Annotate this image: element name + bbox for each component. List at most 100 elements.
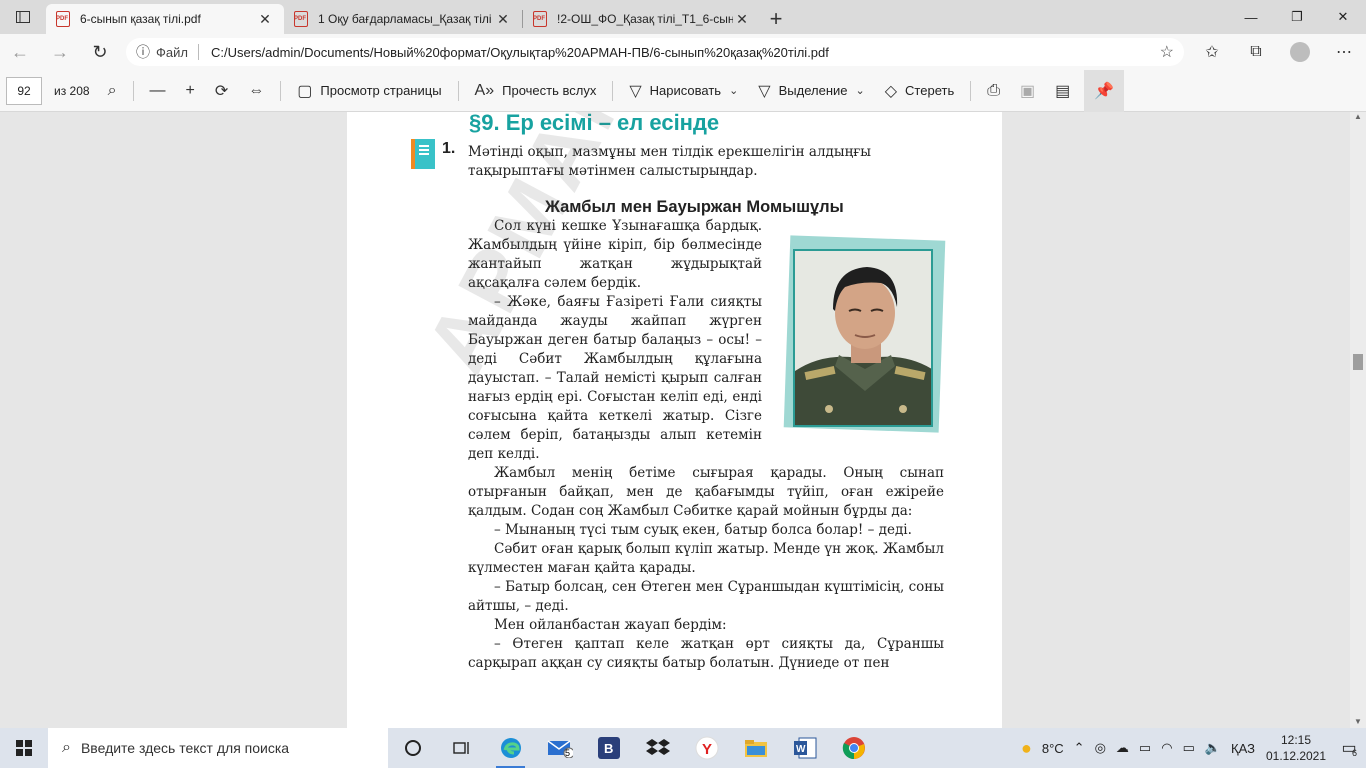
pdf-icon [533, 11, 547, 27]
page-view-label: Просмотр страницы [320, 83, 442, 98]
toolbar-divider [280, 80, 282, 101]
edge-app[interactable] [486, 728, 535, 768]
fit-page-button[interactable]: ⇔ [238, 70, 274, 112]
story-paragraph: Жамбыл менің бетіме сығырая қарады. Оның… [468, 465, 944, 519]
back-button[interactable]: ← [0, 34, 40, 70]
scheme-label: Файл [156, 44, 188, 60]
new-tab-button[interactable]: + [761, 4, 791, 34]
minus-icon: — [149, 81, 166, 99]
task-bookmark-icon [411, 139, 435, 169]
notification-center-button[interactable]: ▭ 6 [1332, 728, 1366, 768]
toolbar-divider [457, 80, 459, 101]
forward-button[interactable]: → [40, 34, 80, 70]
pdf-page: §9. Ер есімі – ел есінде 1. Мәтінді оқып… [347, 112, 1002, 728]
draw-button[interactable]: ▽ Нарисовать ⌄ [619, 70, 748, 112]
fit-width-icon: ⇔ [248, 81, 265, 99]
task-view-button[interactable] [437, 728, 486, 768]
pin-toolbar-button[interactable]: 📌 [1084, 69, 1125, 112]
task-number: 1. [442, 140, 456, 157]
chrome-app[interactable] [829, 728, 878, 768]
pdf-icon [294, 11, 308, 27]
avatar [1290, 42, 1310, 62]
task-view-icon [452, 742, 469, 754]
svg-text:Y: Y [702, 741, 712, 758]
erase-label: Стереть [905, 83, 955, 98]
zoom-out-button[interactable]: — [140, 70, 176, 112]
url-text[interactable]: C:/Users/admin/Documents/Новый%20формат/… [211, 45, 1160, 60]
collections-icon[interactable]: ⧉ [1234, 34, 1278, 70]
cortana-button[interactable] [388, 728, 437, 768]
highlight-label: Выделение [778, 83, 848, 98]
tab-actions-button[interactable] [0, 0, 46, 34]
pdf-icon [56, 11, 70, 27]
chevron-up-icon[interactable]: ⌃ [1069, 740, 1090, 756]
profile-button[interactable] [1278, 34, 1322, 70]
minimize-button[interactable]: — [1228, 0, 1274, 34]
pdf-viewer[interactable]: §9. Ер есімі – ел есінде 1. Мәтінді оқып… [0, 112, 1366, 728]
mail-app[interactable]: 5 [535, 728, 584, 768]
story-paragraph: – Өтеген қаптап келе жатқан өрт сияқты д… [468, 636, 944, 671]
save-as-button[interactable]: ▤ [1045, 70, 1080, 112]
weather-temp[interactable]: 8°C [1037, 741, 1069, 756]
search-icon: ⌕ [62, 739, 71, 756]
scroll-down-icon[interactable]: ▼ [1354, 717, 1362, 726]
page-number-input[interactable]: 92 [6, 76, 42, 105]
network-icon[interactable]: ▭ [1134, 740, 1156, 756]
page-view-button[interactable]: ▢ Просмотр страницы [287, 70, 451, 112]
scroll-up-icon[interactable]: ▲ [1354, 112, 1362, 121]
close-tab-icon[interactable]: ✕ [494, 11, 512, 28]
info-icon[interactable]: ⓘ [136, 42, 150, 62]
onedrive-icon[interactable]: ☁ [1111, 740, 1134, 756]
refresh-button[interactable]: ↻ [80, 34, 120, 70]
mail-badge: 5 [565, 748, 571, 758]
taskbar-search[interactable]: ⌕ Введите здесь текст для поиска [48, 728, 388, 768]
clock[interactable]: 12:15 01.12.2021 [1260, 732, 1332, 764]
chevron-down-icon[interactable]: ⌄ [729, 84, 738, 97]
bitrix-app[interactable]: B [584, 728, 633, 768]
address-divider [197, 44, 199, 60]
battery-icon[interactable]: ▭ [1178, 740, 1200, 756]
highlight-button[interactable]: ▽ Выделение ⌄ [748, 70, 874, 112]
rotate-button[interactable]: ⟳ [205, 70, 238, 112]
close-window-button[interactable]: ✕ [1320, 0, 1366, 34]
yandex-icon: Y [695, 736, 718, 760]
start-button[interactable] [0, 728, 48, 768]
word-icon: W [793, 737, 816, 759]
dropbox-icon [645, 739, 670, 755]
restore-button[interactable]: ❐ [1274, 0, 1320, 34]
erase-button[interactable]: ◇ Стереть [875, 70, 965, 112]
explorer-app[interactable] [731, 728, 780, 768]
tab-curriculum[interactable]: 1 Оқу бағдарламасы_Қазақ тілі ✕ [284, 4, 522, 34]
read-aloud-button[interactable]: A» Прочесть вслух [465, 70, 607, 112]
zoom-in-button[interactable]: + [176, 70, 205, 112]
favorites-icon[interactable]: ✩ [1190, 34, 1234, 70]
scroll-thumb[interactable] [1353, 354, 1363, 370]
menu-icon[interactable]: ⋯ [1322, 34, 1366, 70]
volume-icon[interactable]: 🔈 [1200, 740, 1226, 756]
chevron-down-icon[interactable]: ⌄ [856, 84, 865, 97]
tab-pdf-textbook[interactable]: 6-сынып қазақ тілі.pdf ✕ [46, 4, 284, 34]
draw-label: Нарисовать [649, 83, 722, 98]
word-app[interactable]: W [780, 728, 829, 768]
add-favorite-icon[interactable]: ☆ [1160, 42, 1174, 62]
print-button[interactable]: ⎙ [977, 70, 1010, 112]
meet-now-icon[interactable]: ◎ [1090, 740, 1111, 756]
dropbox-app[interactable] [633, 728, 682, 768]
save-button[interactable]: ▣ [1010, 70, 1045, 112]
close-tab-icon[interactable]: ✕ [256, 11, 274, 28]
highlighter-icon: ▽ [758, 82, 771, 100]
close-tab-icon[interactable]: ✕ [733, 11, 751, 28]
story-paragraph: Сәбит оған қарық болып күліп жатыр. Менд… [468, 541, 944, 576]
find-button[interactable]: ⌕ [98, 70, 127, 112]
address-bar[interactable]: ⓘ Файл C:/Users/admin/Documents/Новый%20… [126, 38, 1184, 66]
wifi-icon[interactable]: ◠ [1156, 740, 1177, 756]
tab-assessment[interactable]: !2-ОШ_ФО_Қазақ тілі_Т1_6-сын ✕ [523, 4, 761, 34]
page-total: из 208 [54, 83, 90, 98]
printer-icon: ⎙ [987, 81, 1001, 99]
language-indicator[interactable]: ҚАЗ [1226, 741, 1260, 756]
yandex-app[interactable]: Y [682, 728, 731, 768]
tab-title: 6-сынып қазақ тілі.pdf [80, 12, 201, 26]
vertical-scrollbar[interactable]: ▲ ▼ [1350, 112, 1366, 728]
plus-icon: + [185, 81, 195, 99]
weather-icon[interactable]: ● [1016, 738, 1037, 759]
